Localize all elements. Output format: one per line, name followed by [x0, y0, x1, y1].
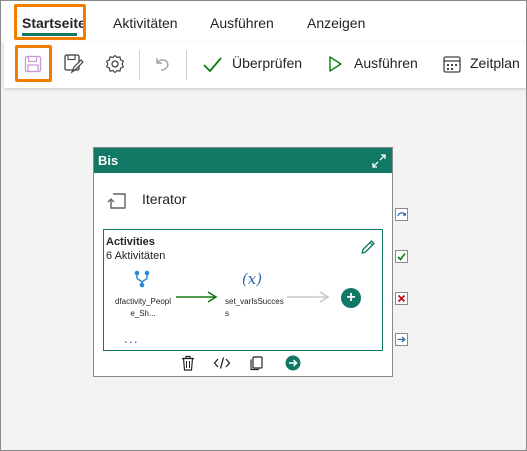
expand-icon[interactable] [370, 152, 388, 170]
card-header: Bis [94, 148, 392, 173]
on-failure-icon[interactable] [395, 292, 408, 305]
toolbar-separator [139, 50, 140, 80]
calendar-icon[interactable] [439, 51, 465, 77]
active-tab-indicator [22, 33, 77, 36]
save-icon[interactable] [20, 51, 46, 77]
ribbon-tab-bar: Startseite Aktivitäten Ausführen Anzeige… [0, 0, 527, 42]
iterator-label: Iterator [142, 191, 187, 207]
go-to-next-icon[interactable] [284, 354, 302, 372]
undo-icon[interactable] [149, 51, 175, 77]
validate-check-icon[interactable] [199, 51, 225, 77]
on-success-icon[interactable] [395, 250, 408, 263]
toolbar-separator [186, 50, 187, 80]
more-activities-ellipsis[interactable]: ... [124, 330, 139, 346]
settings-icon[interactable] [102, 51, 128, 77]
tab-run[interactable]: Ausführen [210, 6, 274, 40]
on-completion-icon[interactable] [395, 333, 408, 346]
iterator-icon [107, 193, 126, 209]
copy-icon[interactable] [247, 354, 265, 372]
until-activity-card[interactable]: Bis Iterator Activities 6 Aktivitäten df… [93, 147, 393, 377]
validate-button[interactable]: Überprüfen [232, 55, 302, 71]
toolbar: Überprüfen Ausführen Zeitplan [4, 42, 527, 88]
add-activity-icon[interactable]: + [341, 288, 361, 308]
activities-container[interactable]: Activities 6 Aktivitäten dfactivity_Peop… [103, 229, 383, 351]
delete-icon[interactable] [179, 354, 197, 372]
tab-view[interactable]: Anzeigen [307, 6, 365, 40]
card-title: Bis [98, 153, 119, 168]
schedule-button[interactable]: Zeitplan [470, 55, 520, 71]
tab-activities[interactable]: Aktivitäten [113, 6, 178, 40]
skip-connector-icon[interactable] [395, 208, 408, 221]
save-as-template-icon[interactable] [61, 51, 87, 77]
run-button[interactable]: Ausführen [354, 55, 418, 71]
run-play-icon[interactable] [322, 51, 348, 77]
code-view-icon[interactable] [213, 354, 231, 372]
